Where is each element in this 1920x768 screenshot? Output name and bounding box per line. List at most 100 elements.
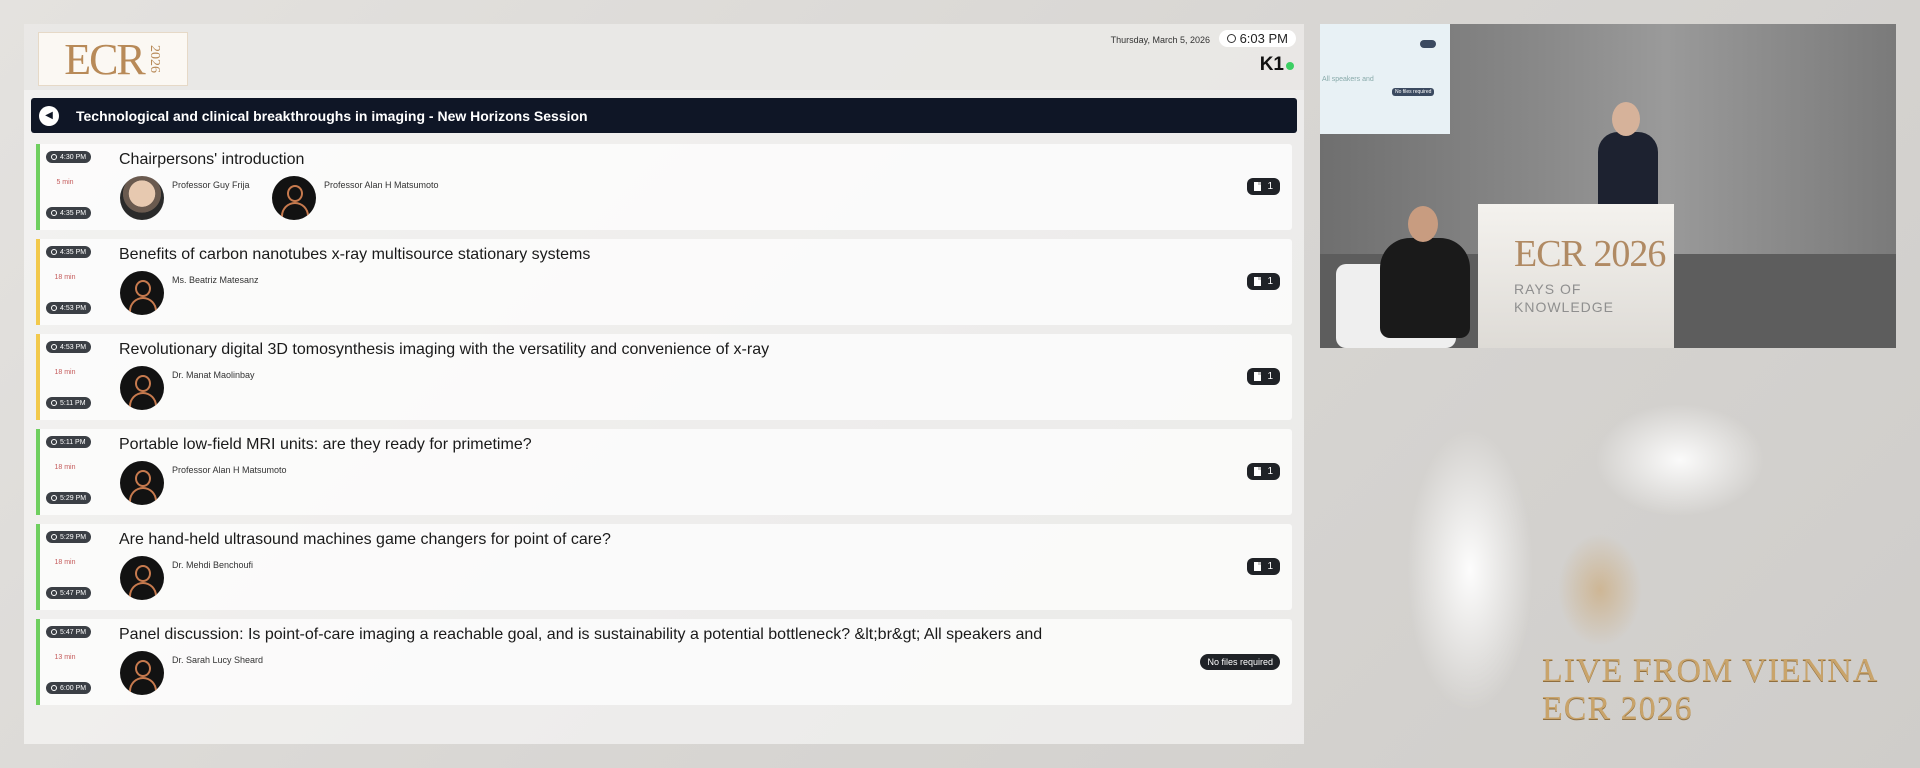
document-icon <box>1254 562 1262 571</box>
clock-icon <box>1226 34 1236 43</box>
files-button[interactable]: 1 <box>1247 558 1280 575</box>
end-time-badge-text: 4:53 PM <box>60 304 87 312</box>
document-icon <box>1254 182 1262 191</box>
current-time: 6:03 PM <box>1239 31 1288 46</box>
talk-duration: 18 min <box>54 369 76 376</box>
user-avatar-icon <box>120 651 164 695</box>
clock-icon <box>51 344 57 350</box>
files-button[interactable]: 1 <box>1247 368 1280 385</box>
start-time-badge: 5:11 PM <box>46 436 91 448</box>
end-time-badge-text: 4:35 PM <box>60 209 87 217</box>
talk-row[interactable]: 4:35 PM 18 min 4:53 PM Benefits of carbon n… <box>36 239 1292 325</box>
speaker-name: Dr. Sarah Lucy Sheard <box>172 655 264 665</box>
user-avatar-icon <box>272 176 316 220</box>
talk-row[interactable]: 4:30 PM 5 min 4:35 PM Chairpersons' introdu… <box>36 144 1292 230</box>
speaker-name: Professor Alan H Matsumoto <box>172 465 287 475</box>
session-title-bar: ◀ Technological and clinical breakthroug… <box>31 98 1297 133</box>
speaker-name: Professor Guy Frija <box>172 180 250 190</box>
back-button[interactable]: ◀ <box>39 106 59 126</box>
clock-icon <box>51 154 57 160</box>
end-time-badge: 4:53 PM <box>46 302 92 314</box>
clock-icon <box>51 249 57 255</box>
speaker-name: Ms. Beatriz Matesanz <box>172 275 259 285</box>
podium-tagline-line-2: KNOWLEDGE <box>1514 299 1615 315</box>
file-count: 1 <box>1267 181 1273 192</box>
video-screen-badge <box>1420 40 1436 48</box>
files-button[interactable]: 1 <box>1247 273 1280 290</box>
talk-title[interactable]: Panel discussion: Is point-of-care imagi… <box>119 626 1042 644</box>
live-video-feed[interactable]: All speakers and No files required ECR 2… <box>1320 24 1896 348</box>
document-icon <box>1254 372 1262 381</box>
speaker: Dr. Mehdi Benchoufi <box>120 556 253 600</box>
branding-line-1: LIVE FROM VIENNA <box>1542 652 1879 689</box>
end-time-badge-text: 6:00 PM <box>60 684 87 692</box>
speaker: Professor Alan H Matsumoto <box>272 176 439 220</box>
talk-row[interactable]: 5:47 PM 13 min 6:00 PM Panel discussion: Is… <box>36 619 1292 705</box>
talk-row[interactable]: 5:11 PM 18 min 5:29 PM Portable low-field M… <box>36 429 1292 515</box>
start-time-badge-text: 5:47 PM <box>60 628 87 636</box>
user-avatar-icon <box>120 366 164 410</box>
live-from-vienna-branding: LIVE FROM VIENNA ECR 2026 <box>1542 652 1879 728</box>
end-time-badge-text: 5:47 PM <box>60 589 87 597</box>
start-time-badge-text: 5:11 PM <box>60 438 86 446</box>
talk-title[interactable]: Are hand-held ultrasound machines game c… <box>119 531 611 549</box>
talk-duration: 18 min <box>54 559 76 566</box>
end-time-badge: 6:00 PM <box>46 682 92 694</box>
video-seated-speaker <box>1380 238 1470 338</box>
session-title: Technological and clinical breakthroughs… <box>76 108 588 124</box>
end-time-badge: 5:47 PM <box>46 587 92 599</box>
clock-icon <box>51 210 57 216</box>
end-time-badge: 5:11 PM <box>46 397 91 409</box>
talk-title[interactable]: Revolutionary digital 3D tomosynthesis i… <box>119 341 769 359</box>
talk-title[interactable]: Chairpersons' introduction <box>119 151 304 169</box>
talk-status-rail <box>36 239 40 325</box>
podium-tagline: RAYS OF KNOWLEDGE <box>1514 280 1614 316</box>
logo-text: ECR <box>64 34 146 84</box>
video-screen-files-badge: No files required <box>1392 88 1435 96</box>
video-podium: ECR 2026 RAYS OF KNOWLEDGE <box>1478 204 1674 348</box>
no-files-badge: No files required <box>1200 654 1280 670</box>
clock-icon <box>51 629 57 635</box>
agenda-header: ECR 2026 Thursday, March 5, 2026 6:03 PM… <box>24 24 1304 90</box>
agenda-panel: ECR 2026 Thursday, March 5, 2026 6:03 PM… <box>24 24 1304 744</box>
podium-logo: ECR 2026 <box>1514 233 1666 275</box>
talk-duration: 18 min <box>54 274 76 281</box>
speaker-name: Dr. Mehdi Benchoufi <box>172 560 254 570</box>
speaker-photo <box>120 176 164 220</box>
talk-row[interactable]: 4:53 PM 18 min 5:11 PM Revolutionary digita… <box>36 334 1292 420</box>
ecr-logo: ECR 2026 <box>38 32 188 86</box>
video-projection-screen: All speakers and No files required <box>1320 24 1450 134</box>
files-button[interactable]: 1 <box>1247 178 1280 195</box>
talk-status-rail <box>36 524 40 610</box>
speaker: Professor Alan H Matsumoto <box>120 461 287 505</box>
speaker-name: Dr. Manat Maolinbay <box>172 370 255 380</box>
files-button[interactable]: 1 <box>1247 463 1280 480</box>
talk-title[interactable]: Portable low-field MRI units: are they r… <box>119 436 532 454</box>
start-time-badge-text: 4:30 PM <box>60 153 87 161</box>
podium-tagline-line-1: RAYS OF <box>1514 281 1582 297</box>
end-time-badge: 4:35 PM <box>46 207 92 219</box>
talk-duration: 5 min <box>56 179 74 186</box>
start-time-badge: 5:47 PM <box>46 626 92 638</box>
end-time-badge-text: 5:11 PM <box>60 399 86 407</box>
current-date: Thursday, March 5, 2026 <box>1110 35 1210 45</box>
video-seated-speaker-head <box>1408 206 1438 242</box>
video-podium-speaker-head <box>1612 102 1640 136</box>
start-time-badge: 4:30 PM <box>46 151 92 163</box>
start-time-badge: 4:35 PM <box>46 246 92 258</box>
talk-row[interactable]: 5:29 PM 18 min 5:47 PM Are hand-held ultras… <box>36 524 1292 610</box>
file-count: 1 <box>1267 466 1273 477</box>
start-time-badge-text: 4:53 PM <box>60 343 87 351</box>
user-avatar-icon <box>120 461 164 505</box>
talk-title[interactable]: Benefits of carbon nanotubes x-ray multi… <box>119 246 590 264</box>
logo-year: 2026 <box>146 45 162 73</box>
clock-icon <box>51 534 57 540</box>
talk-duration: 18 min <box>54 464 76 471</box>
start-time-badge: 5:29 PM <box>46 531 92 543</box>
start-time-badge-text: 4:35 PM <box>60 248 87 256</box>
end-time-badge-text: 5:29 PM <box>60 494 87 502</box>
end-time-badge: 5:29 PM <box>46 492 92 504</box>
talk-status-rail <box>36 619 40 705</box>
room-label: K1 <box>1259 54 1284 75</box>
speaker: Dr. Sarah Lucy Sheard <box>120 651 263 695</box>
